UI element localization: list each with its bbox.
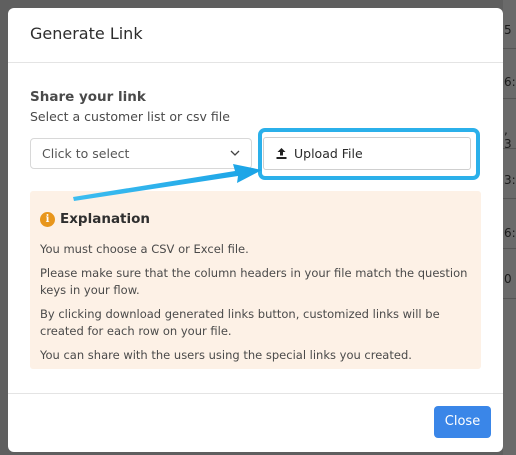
background-row: , 3 xyxy=(503,100,516,151)
modal-title: Generate Link xyxy=(30,24,143,43)
background-row: 6: xyxy=(503,200,516,249)
close-button[interactable]: Close xyxy=(434,406,491,438)
customer-list-select[interactable]: Click to select xyxy=(30,138,252,169)
explanation-line: By clicking download generated links but… xyxy=(40,307,440,338)
info-icon: i xyxy=(40,212,55,227)
explanation-line: Please make sure that the column headers… xyxy=(40,266,468,297)
background-cell: 6: xyxy=(504,226,516,240)
generate-link-modal: Generate Link Share your link Select a c… xyxy=(8,8,503,452)
upload-file-button[interactable]: Upload File xyxy=(263,137,471,170)
chevron-down-icon xyxy=(230,150,240,156)
background-row: 0 xyxy=(503,250,516,299)
background-row: 3: xyxy=(503,150,516,199)
modal-header: Generate Link xyxy=(8,8,503,63)
background-cell: 6: xyxy=(504,75,516,89)
explanation-line: You must choose a CSV or Excel file. xyxy=(40,242,249,256)
background-cell: 3: xyxy=(504,173,516,187)
background-cell: 0 xyxy=(504,272,512,286)
background-table: 5 6: , 3 3: 6: 0 xyxy=(503,0,516,455)
select-value: Click to select xyxy=(42,146,130,161)
upload-icon xyxy=(276,148,287,159)
background-cell: , 3 xyxy=(504,123,512,151)
section-title: Share your link xyxy=(30,89,146,105)
explanation-box: i Explanation You must choose a CSV or E… xyxy=(30,191,481,369)
explanation-title: Explanation xyxy=(60,211,151,227)
section-subtitle: Select a customer list or csv file xyxy=(30,109,230,124)
explanation-line: You can share with the users using the s… xyxy=(40,348,412,362)
modal-footer: Close xyxy=(8,393,503,452)
background-row: 6: xyxy=(503,50,516,99)
upload-file-label: Upload File xyxy=(294,146,363,161)
background-cell: 5 xyxy=(504,23,512,37)
background-row: 5 xyxy=(503,0,516,49)
